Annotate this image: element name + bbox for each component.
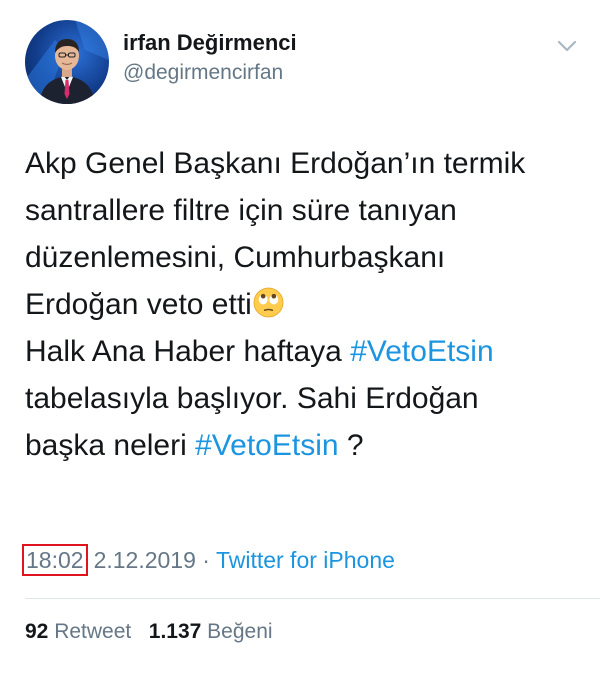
tweet-text-segment: Halk Ana Haber haftaya xyxy=(25,335,351,368)
tweet-text-line: Akp Genel Başkanı Erdoğan’ın termik xyxy=(25,147,526,180)
hashtag-link[interactable]: #VetoEtsin xyxy=(350,335,493,368)
tweet-time[interactable]: 18:02 xyxy=(22,544,88,576)
tweet-text: Akp Genel Başkanı Erdoğan’ın termik sant… xyxy=(25,140,577,469)
retweets-label: Retweet xyxy=(54,620,132,643)
tweet-text-segment: başka neleri xyxy=(25,429,196,462)
tweet-date[interactable]: 2.12.2019 xyxy=(94,547,196,573)
likes-label: Beğeni xyxy=(207,620,273,643)
author-names: irfan Değirmenci @degirmencirfan xyxy=(123,30,297,86)
tweet-text-line: santrallere filtre için süre tanıyan xyxy=(25,194,457,227)
tweet-meta: 18:02 2.12.2019 · Twitter for iPhone xyxy=(22,544,395,576)
face-with-rolling-eyes-emoji xyxy=(253,287,284,318)
author-handle[interactable]: @degirmencirfan xyxy=(123,60,297,86)
divider xyxy=(25,598,600,599)
likes-stat[interactable]: 1.137 Beğeni xyxy=(149,620,273,643)
avatar-photo xyxy=(25,20,109,104)
tweet-text-line: başka neleri #VetoEtsin ? xyxy=(25,422,577,469)
chevron-down-icon[interactable] xyxy=(554,36,580,56)
author-display-name[interactable]: irfan Değirmenci xyxy=(123,30,297,56)
likes-count: 1.137 xyxy=(148,620,202,643)
tweet-text-line: düzenlemesini, Cumhurbaşkanı xyxy=(25,241,446,274)
tweet-text-line-with-emoji: Erdoğan veto etti xyxy=(25,281,577,328)
retweets-stat[interactable]: 92 Retweet xyxy=(25,620,131,643)
hashtag-link[interactable]: #VetoEtsin xyxy=(195,429,338,462)
retweets-count: 92 xyxy=(25,620,49,643)
tweet-text-line: tabelasıyla başlıyor. Sahi Erdoğan xyxy=(25,382,479,415)
avatar[interactable] xyxy=(25,20,109,104)
tweet-text-line: Halk Ana Haber haftaya #VetoEtsin xyxy=(25,328,577,375)
meta-separator: · xyxy=(202,547,210,573)
tweet-source-link[interactable]: Twitter for iPhone xyxy=(216,547,395,573)
tweet-header: irfan Değirmenci @degirmencirfan xyxy=(25,20,580,106)
tweet-text-segment: ? xyxy=(338,429,364,462)
tweet-card: irfan Değirmenci @degirmencirfan Akp Gen… xyxy=(0,0,600,673)
tweet-stats: 92 Retweet 1.137 Beğeni xyxy=(25,618,273,646)
tweet-text-segment: Erdoğan veto etti xyxy=(25,288,252,321)
